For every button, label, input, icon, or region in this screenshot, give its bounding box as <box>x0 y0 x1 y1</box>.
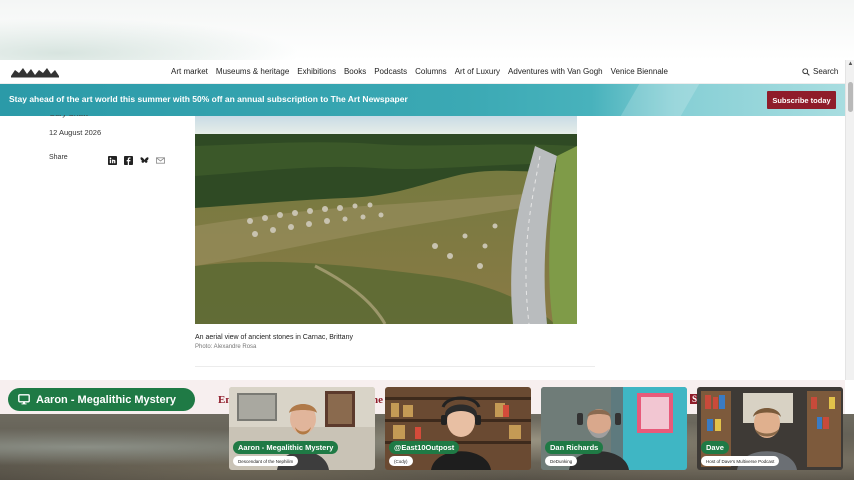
host-name: Aaron - Megalithic Mystery <box>36 393 176 406</box>
nav-item-exhibitions[interactable]: Exhibitions <box>297 67 336 76</box>
participant-name: Aaron - Megalithic Mystery <box>233 441 339 454</box>
photo-credit: Photo: Alexandre Rosa <box>195 344 257 350</box>
email-icon[interactable] <box>156 152 165 164</box>
linkedin-icon[interactable] <box>108 152 117 165</box>
carnac-aerial-image <box>195 116 577 324</box>
divider <box>195 366 595 367</box>
share-icons <box>108 152 165 165</box>
video-tile-dan-richards[interactable]: Dan Richards DeDunking <box>541 387 687 470</box>
participant-subtitle: DeDunking <box>545 456 578 466</box>
monitor-icon <box>18 394 30 405</box>
subscribe-button[interactable]: Subscribe today <box>767 91 836 109</box>
host-name-pill: Aaron - Megalithic Mystery <box>8 388 195 411</box>
search-button[interactable]: Search <box>802 67 838 76</box>
nav-item-venice-biennale[interactable]: Venice Biennale <box>611 67 668 76</box>
nav-item-van-gogh[interactable]: Adventures with Van Gogh <box>508 67 603 76</box>
participant-subtitle: (Cody) <box>389 456 413 466</box>
bluesky-icon[interactable] <box>140 152 149 163</box>
site-nav: Art market Museums & heritage Exhibition… <box>0 60 845 84</box>
participant-subtitle: Descendant of the Nephilim <box>233 456 299 466</box>
nav-item-art-of-luxury[interactable]: Art of Luxury <box>455 67 500 76</box>
top-haze <box>0 0 854 62</box>
facebook-icon[interactable] <box>124 152 133 165</box>
screen: Art market Museums & heritage Exhibition… <box>0 0 854 480</box>
nav-item-podcasts[interactable]: Podcasts <box>374 67 407 76</box>
nav-item-art-market[interactable]: Art market <box>171 67 208 76</box>
video-tile-dave[interactable]: Dave Host of Dave's Multiverse Podcast <box>697 387 843 470</box>
participant-name: @East10Outpost <box>389 441 460 454</box>
share-label: Share <box>49 154 68 161</box>
video-tile-aaron[interactable]: Aaron - Megalithic Mystery Descendant of… <box>229 387 375 470</box>
site-logo[interactable] <box>9 65 61 79</box>
nav-item-books[interactable]: Books <box>344 67 366 76</box>
participant-subtitle: Host of Dave's Multiverse Podcast <box>701 456 780 466</box>
search-icon <box>802 67 810 76</box>
video-tile-east10outpost[interactable]: @East10Outpost (Cody) <box>385 387 531 470</box>
promo-text: Stay ahead of the art world this summer … <box>9 94 408 104</box>
promo-banner: Stay ahead of the art world this summer … <box>0 84 845 116</box>
page-scrollbar[interactable]: ▲ <box>845 60 854 380</box>
publish-date: 12 August 2026 <box>49 128 102 137</box>
photo-caption: An aerial view of ancient stones in Carn… <box>195 334 353 341</box>
nav-item-columns[interactable]: Columns <box>415 67 447 76</box>
nav-item-museums-heritage[interactable]: Museums & heritage <box>216 67 289 76</box>
article-photo[interactable] <box>195 116 577 324</box>
participant-name: Dave <box>701 441 729 454</box>
participant-name: Dan Richards <box>545 441 604 454</box>
scroll-thumb[interactable] <box>848 82 853 112</box>
nav-menu: Art market Museums & heritage Exhibition… <box>171 67 676 76</box>
search-label: Search <box>813 67 839 76</box>
scroll-up-arrow-icon[interactable]: ▲ <box>847 61 854 68</box>
